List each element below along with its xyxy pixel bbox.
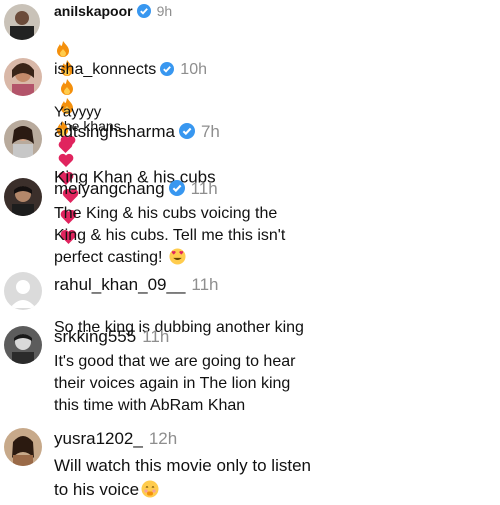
timestamp: 9h	[156, 3, 173, 19]
timestamp: 11h	[191, 275, 219, 294]
timestamp: 11h	[190, 179, 218, 198]
comment-item: yusra1202_ 12h Will watch this movie only…	[0, 424, 500, 500]
verified-badge-icon	[168, 180, 185, 196]
username[interactable]: srkking555	[54, 327, 136, 346]
blushing-face-emoji-icon	[141, 480, 159, 505]
comment-item: rahul_khan_09__ 11h So the king is dubbin…	[0, 270, 500, 336]
comment-item: srkking555 11h It's good that we are goin…	[0, 322, 500, 416]
comment-text: It's good that we are going to hear thei…	[54, 353, 296, 414]
heart-eyes-emoji-icon	[168, 248, 186, 272]
verified-badge-icon	[136, 4, 151, 18]
avatar[interactable]	[4, 4, 40, 40]
username[interactable]: isha_konnects	[54, 61, 156, 78]
username[interactable]: anilskapoor	[54, 3, 133, 19]
comment-item: isha_konnects 10h Yayyyy	[0, 56, 500, 154]
comment-text: Will watch this movie only to listen to …	[54, 456, 311, 499]
avatar[interactable]	[4, 272, 42, 310]
comment-item: anilskapoor 9h the khans	[0, 0, 500, 185]
avatar[interactable]	[4, 120, 42, 158]
avatar[interactable]	[4, 428, 42, 466]
username[interactable]: yusra1202_	[54, 429, 143, 448]
timestamp: 7h	[200, 122, 220, 141]
avatar[interactable]	[4, 326, 42, 364]
timestamp: 11h	[142, 327, 170, 346]
verified-badge-icon	[178, 123, 195, 139]
username[interactable]: meiyangchang	[54, 179, 165, 198]
avatar[interactable]	[4, 58, 42, 96]
username[interactable]: adtsinghsharma	[54, 122, 175, 141]
timestamp: 10h	[180, 61, 207, 78]
verified-badge-icon	[160, 62, 175, 76]
comment-item: meiyangchang 11h The King & his cubs voic…	[0, 174, 500, 266]
comment-item: adtsinghsharma 7h King Khan & his cubs	[0, 114, 500, 244]
avatar[interactable]	[4, 178, 42, 216]
username[interactable]: rahul_khan_09__	[54, 275, 185, 294]
timestamp: 12h	[148, 429, 178, 448]
